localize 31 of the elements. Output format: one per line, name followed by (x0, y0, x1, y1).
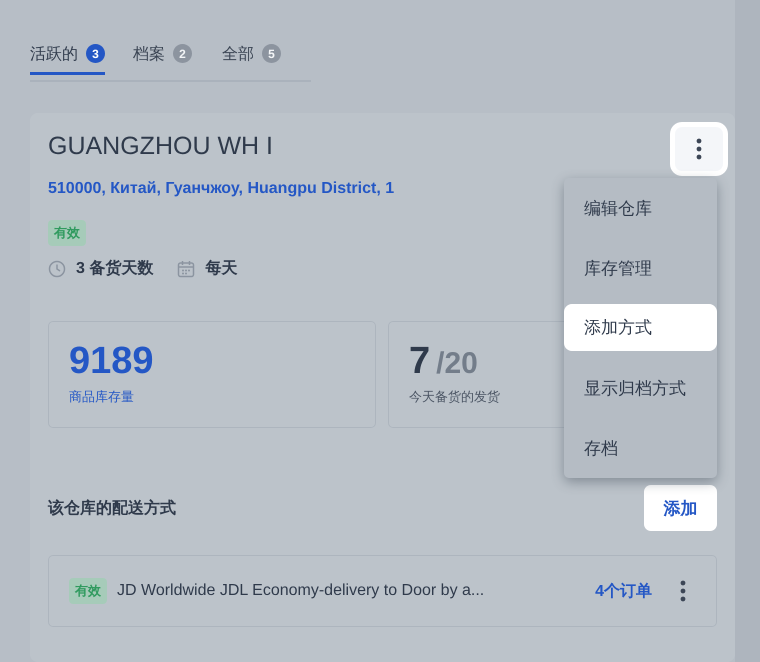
clock-icon (48, 260, 66, 278)
menu-item[interactable]: 添加方式 (564, 304, 717, 351)
menu-item[interactable]: 存档 (564, 418, 717, 478)
count-badge: 2 (173, 44, 192, 63)
stat-total: /20 (436, 347, 478, 381)
tab[interactable]: 全部 5 (222, 40, 281, 75)
schedule-text: 每天 (205, 258, 238, 279)
more-icon (696, 138, 702, 160)
shipping-method-row[interactable]: 有效 JD Worldwide JDL Economy-delivery to Door by a... 4个订单 (48, 555, 717, 627)
prep-days-text: 3 备货天数 (76, 258, 154, 279)
count-badge: 3 (86, 44, 105, 63)
tab[interactable]: 档案 2 (133, 40, 192, 75)
warehouse-title: GUANGZHOU WH I (48, 132, 273, 161)
tab[interactable]: 活跃的 3 (30, 40, 105, 75)
method-name: JD Worldwide JDL Economy-delivery to Door by a... (117, 582, 486, 600)
more-icon[interactable] (680, 580, 686, 602)
add-button[interactable]: 添加 (644, 485, 717, 531)
status-badge: 有效 (48, 220, 86, 246)
menu-item[interactable]: 库存管理 (564, 238, 717, 298)
more-button[interactable] (675, 127, 723, 171)
count-badge: 5 (262, 44, 281, 63)
stat-value: 7 (409, 340, 430, 383)
menu-item[interactable]: 编辑仓库 (564, 178, 717, 238)
calendar-icon (177, 260, 196, 278)
stat-label: 今天备货的发货 (409, 388, 500, 406)
menu-item[interactable]: 显示归档方式 (564, 358, 717, 418)
stat-label: 商品库存量 (69, 388, 134, 406)
orders-link[interactable]: 4个订单 (595, 580, 652, 602)
stat-value: 9189 (69, 340, 154, 383)
status-badge: 有效 (69, 578, 107, 604)
section-heading: 该仓库的配送方式 (48, 498, 176, 518)
